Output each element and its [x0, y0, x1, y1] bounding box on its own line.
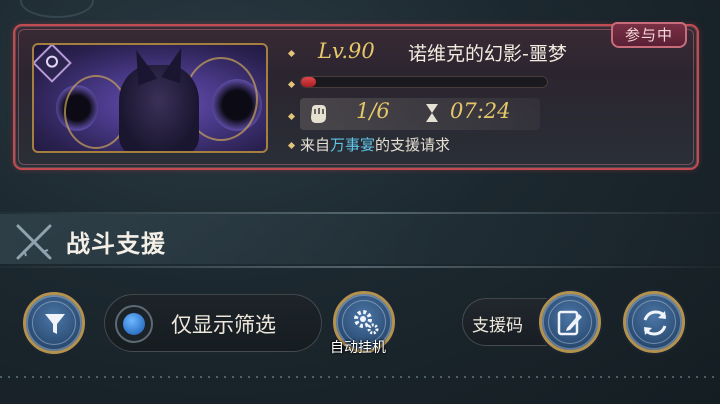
boss-hp-bar: [300, 76, 548, 88]
hourglass-icon: [426, 104, 438, 122]
filter-button[interactable]: [23, 292, 85, 354]
participants-count: 1/6: [356, 99, 390, 123]
portrait-boss-body: [119, 65, 199, 151]
boss-level: Lv.90: [318, 39, 375, 63]
participants-icon: [311, 105, 326, 123]
filter-funnel-icon: [45, 314, 65, 334]
participating-status-tab: 参与中: [611, 22, 687, 48]
support-code-label: 支援码: [472, 316, 523, 336]
toggle-indicator: [123, 313, 145, 335]
boss-name: 诺维克的幻影-噩梦: [408, 43, 567, 65]
filter-only-label: 仅显示筛选: [171, 313, 276, 337]
refresh-icon: [643, 310, 667, 336]
boss-portrait: [32, 43, 268, 153]
crossed-swords-icon: [16, 224, 52, 260]
bottom-divider: [0, 376, 720, 378]
section-title: 战斗支援: [66, 230, 166, 258]
gear-icon: [354, 310, 379, 335]
refresh-button[interactable]: [623, 291, 685, 353]
boss-hp-fill: [301, 77, 316, 87]
background-sigil: [20, 0, 94, 18]
toggle-ring: [115, 305, 153, 343]
edit-note-icon: [557, 310, 582, 336]
request-player-name[interactable]: 万事宴: [330, 136, 375, 154]
filter-only-toggle[interactable]: 仅显示筛选: [104, 294, 322, 352]
request-prefix: 来自: [300, 136, 331, 154]
support-request-text: 来自万事宴的支援请求: [300, 134, 450, 155]
element-badge-icon: [34, 45, 72, 83]
support-code-button[interactable]: [539, 291, 601, 353]
request-suffix: 的支援请求: [375, 136, 451, 154]
section-bottom-divider: [0, 266, 720, 268]
auto-battle-label: 自动挂机: [330, 340, 386, 356]
remaining-time: 07:24: [450, 99, 511, 123]
